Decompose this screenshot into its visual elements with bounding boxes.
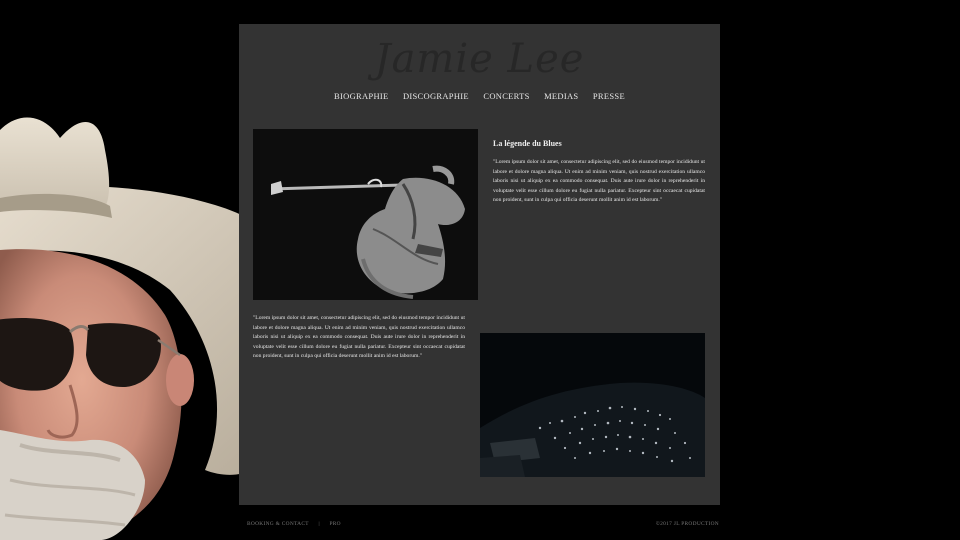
nav-item-presse[interactable]: PRESSE <box>593 91 625 101</box>
nav-item-medias[interactable]: MEDIAS <box>544 91 578 101</box>
footer-separator: | <box>318 521 320 527</box>
nav-item-biographie[interactable]: BIOGRAPHIE <box>334 91 388 101</box>
bio-paragraph-1: "Lorem ipsum dolor sit amet, consectetur… <box>493 159 705 203</box>
footer-copyright: ©2017 JL PRODUCTION <box>655 521 719 527</box>
footer-links: BOOKING & CONTACT | PRO <box>247 521 341 527</box>
main-nav: BIOGRAPHIE DISCOGRAPHIE CONCERTS MEDIAS … <box>239 91 720 101</box>
section-heading: La légende du Blues <box>493 139 562 148</box>
footer-link-pro[interactable]: PRO <box>329 521 340 527</box>
site-logo[interactable]: Jamie Lee <box>239 36 720 82</box>
content-panel: Jamie Lee BIOGRAPHIE DISCOGRAPHIE CONCER… <box>239 24 720 505</box>
concert-crowd-photo <box>480 333 705 477</box>
footer-link-booking[interactable]: BOOKING & CONTACT <box>247 521 309 527</box>
nav-item-concerts[interactable]: CONCERTS <box>483 91 529 101</box>
nav-item-discographie[interactable]: DISCOGRAPHIE <box>403 91 469 101</box>
guitarist-photo <box>253 129 478 300</box>
bio-paragraph-2: "Lorem ipsum dolor sit amet, consectetur… <box>253 315 465 359</box>
